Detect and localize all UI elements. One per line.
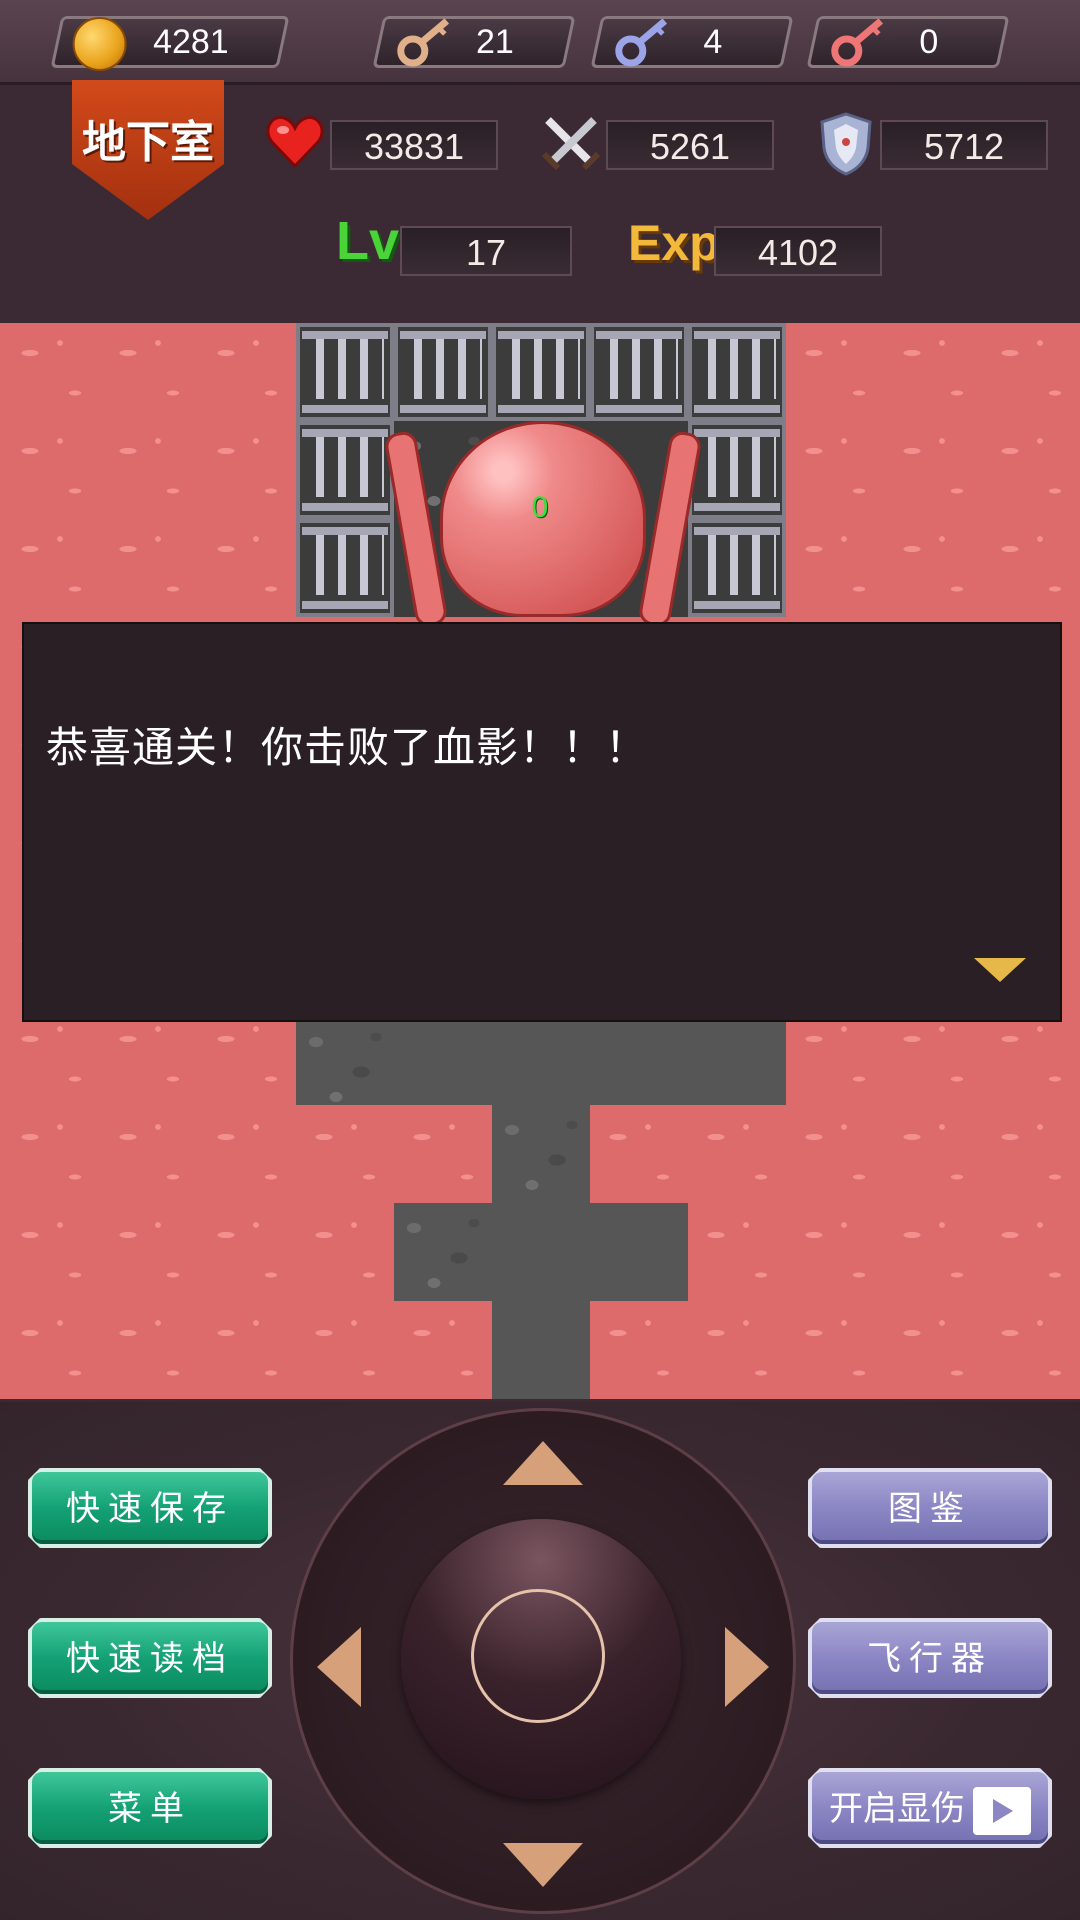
gold-value: 4281 <box>153 23 229 61</box>
down-arrow-icon[interactable] <box>503 1843 583 1887</box>
gold-counter: 4281 <box>50 16 290 71</box>
defense-value: 5712 <box>923 126 1005 167</box>
left-arrow-icon[interactable] <box>317 1627 361 1707</box>
attack-value: 5261 <box>649 126 731 167</box>
defense-box: 5712 <box>880 120 1048 170</box>
iron-gate <box>688 323 786 421</box>
boss-damage-preview: 0 <box>531 491 549 524</box>
exp-box: 4102 <box>714 226 882 276</box>
show-damage-button[interactable]: 开启显伤 <box>808 1768 1052 1848</box>
floor-name: 地下室 <box>82 117 214 168</box>
exp-label: Exp <box>628 215 720 271</box>
key-icon <box>615 18 668 67</box>
joystick-ring <box>471 1589 605 1723</box>
fly-button[interactable]: 飞行器 <box>808 1618 1052 1698</box>
hp-value: 33831 <box>363 126 465 167</box>
iron-gate <box>688 421 786 519</box>
blue-key-value: 4 <box>703 23 723 61</box>
yellow-key-counter: 21 <box>372 16 576 68</box>
shield-icon <box>820 112 872 176</box>
hp-box: 33831 <box>330 120 498 170</box>
right-arrow-icon[interactable] <box>725 1627 769 1707</box>
iron-gate <box>296 421 394 519</box>
exp-value: 4102 <box>757 232 839 273</box>
iron-gate <box>296 519 394 617</box>
iron-gate <box>296 323 394 421</box>
floor-banner: 地下室 <box>72 80 224 220</box>
resource-bar: 4281 21 4 0 <box>0 0 1080 85</box>
direction-pad[interactable] <box>290 1408 796 1914</box>
floor-tile <box>296 1017 786 1105</box>
iron-gate <box>394 323 492 421</box>
blood-shadow-boss[interactable]: 0 <box>383 421 703 631</box>
quick-save-button[interactable]: 快速保存 <box>28 1468 272 1548</box>
skull-coin-icon <box>72 17 127 71</box>
continue-arrow-icon[interactable] <box>974 958 1026 982</box>
up-arrow-icon[interactable] <box>503 1441 583 1485</box>
level-label: Lv <box>336 211 400 271</box>
yellow-key-value: 21 <box>475 23 514 61</box>
iron-gate <box>688 519 786 617</box>
iron-gate <box>590 323 688 421</box>
joystick-knob[interactable] <box>401 1519 681 1799</box>
key-icon <box>831 18 884 67</box>
quick-load-button[interactable]: 快速读档 <box>28 1618 272 1698</box>
key-icon <box>397 18 450 67</box>
video-icon <box>973 1787 1031 1835</box>
monster-book-button[interactable]: 图鉴 <box>808 1468 1052 1548</box>
level-box: 17 <box>400 226 572 276</box>
red-key-value: 0 <box>919 23 939 61</box>
dialog-message: 恭喜通关！你击败了血影！！！ <box>46 723 649 772</box>
heart-icon <box>266 115 324 169</box>
message-dialog[interactable]: 恭喜通关！你击败了血影！！！ <box>22 622 1062 1022</box>
red-key-counter: 0 <box>806 16 1010 68</box>
show-damage-label: 开启显伤 <box>829 1789 965 1829</box>
menu-button[interactable]: 菜单 <box>28 1768 272 1848</box>
attack-box: 5261 <box>606 120 774 170</box>
level-value: 17 <box>465 232 507 273</box>
floor-tile <box>394 1203 688 1301</box>
iron-gate <box>492 323 590 421</box>
crossed-swords-icon <box>541 117 601 171</box>
blue-key-counter: 4 <box>590 16 794 68</box>
